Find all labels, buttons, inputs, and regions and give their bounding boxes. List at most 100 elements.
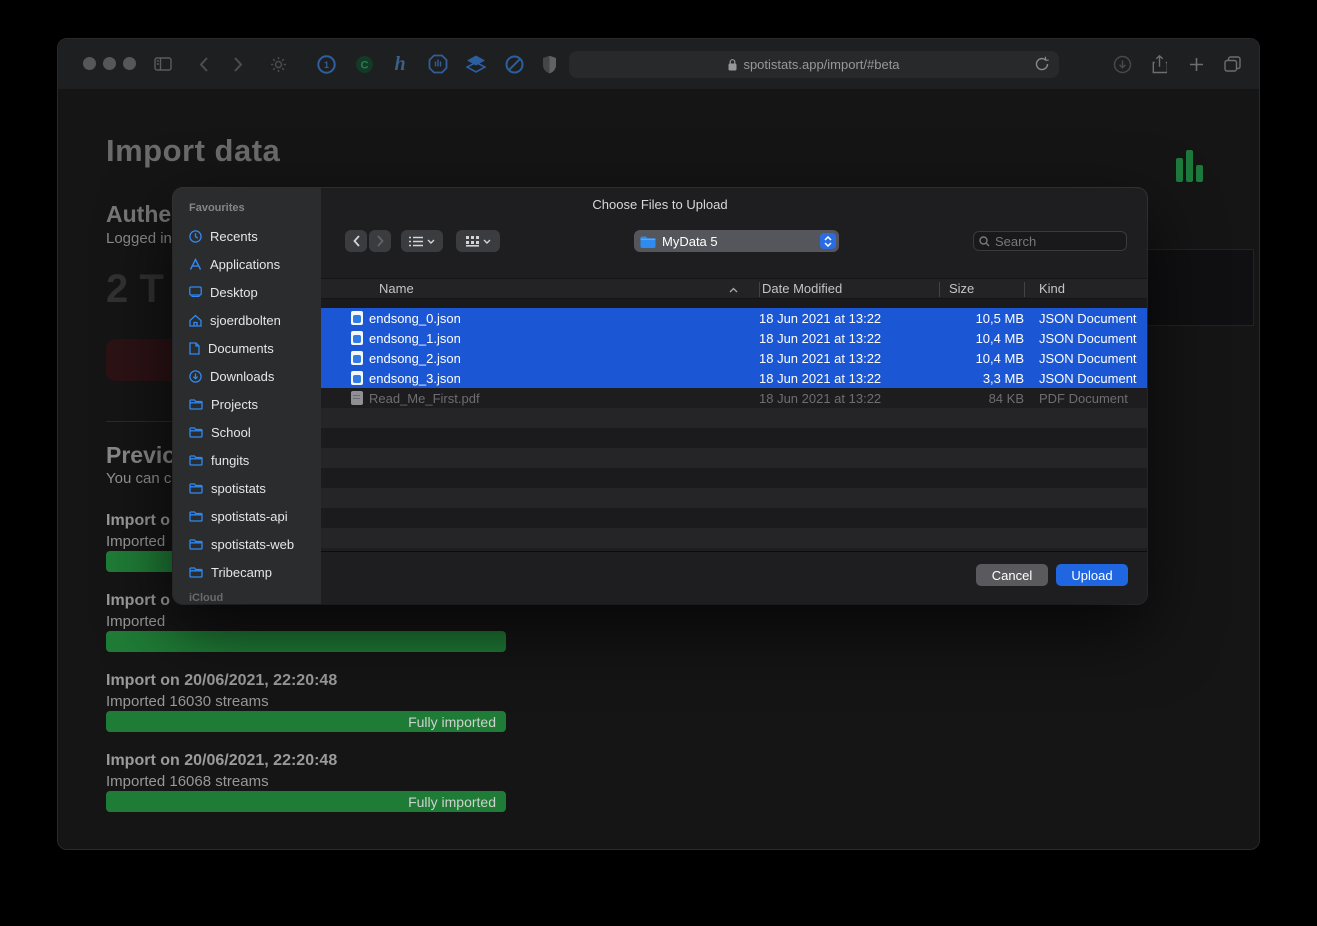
column-header-size[interactable]: Size [949, 281, 974, 296]
doc-icon [189, 342, 200, 355]
sidebar-item-sjoerdbolten[interactable]: sjoerdbolten [189, 310, 281, 330]
sidebar-item-spotistats-api[interactable]: spotistats-api [189, 506, 288, 526]
close-window-button[interactable] [83, 57, 96, 70]
pdf-file-icon [351, 391, 369, 405]
dialog-sidebar: Favourites RecentsApplicationsDesktopsjo… [173, 188, 321, 604]
json-file-icon [351, 371, 369, 385]
sidebar-item-spotistats[interactable]: spotistats [189, 478, 266, 498]
search-field[interactable]: Search [973, 231, 1127, 251]
lock-icon [728, 59, 737, 71]
onepassword-glyph: 1 [323, 60, 328, 70]
table-row[interactable]: endsong_3.json18 Jun 2021 at 13:223,3 MB… [321, 368, 1147, 388]
folder-icon [189, 455, 203, 466]
extension-honey-icon[interactable]: h [392, 52, 408, 76]
sidebar-item-tribecamp[interactable]: Tribecamp [189, 562, 272, 582]
settings-gear-icon[interactable] [270, 52, 287, 76]
file-date: 18 Jun 2021 at 13:22 [759, 351, 939, 366]
minimize-window-button[interactable] [103, 57, 116, 70]
file-name: endsong_1.json [369, 331, 759, 346]
file-size: 10,5 MB [939, 311, 1024, 326]
sidebar-item-label: Documents [208, 341, 274, 356]
group-view-button[interactable] [456, 230, 500, 252]
file-kind: PDF Document [1024, 391, 1147, 406]
import-subtitle: Imported [106, 533, 165, 550]
file-date: 18 Jun 2021 at 13:22 [759, 371, 939, 386]
empty-row-stripe [321, 508, 1147, 528]
sidebar-item-recents[interactable]: Recents [189, 226, 258, 246]
page-title: Import data [106, 133, 280, 169]
downloads-icon[interactable] [1113, 52, 1132, 76]
extension-layers-icon[interactable] [465, 52, 487, 76]
folder-icon [640, 235, 656, 248]
file-kind: JSON Document [1024, 351, 1147, 366]
sidebar-item-label: Desktop [210, 285, 258, 300]
sidebar-item-school[interactable]: School [189, 422, 251, 442]
new-tab-icon[interactable] [1189, 52, 1204, 76]
location-label: MyData 5 [662, 234, 718, 249]
folder-icon [189, 511, 203, 522]
extension-grammarly-icon[interactable]: C [354, 52, 374, 76]
url-text: spotistats.app/import/#beta [743, 57, 899, 72]
dialog-back-button[interactable] [345, 230, 367, 252]
sidebar-item-label: Projects [211, 397, 258, 412]
location-dropdown[interactable]: MyData 5 [634, 230, 839, 252]
column-header-name[interactable]: Name [379, 281, 414, 296]
import-subtitle: Imported 16030 streams [106, 693, 269, 710]
previous-imports-subtext: You can c [106, 470, 171, 487]
extension-shield-icon[interactable] [540, 52, 558, 76]
icloud-section-label: iCloud [189, 592, 223, 604]
desktop-icon [189, 286, 202, 298]
extension-block-icon[interactable] [503, 52, 525, 76]
file-size: 10,4 MB [939, 331, 1024, 346]
empty-row-stripe [321, 488, 1147, 508]
extension-onepassword-icon[interactable]: 1 [316, 52, 336, 76]
table-row[interactable]: endsong_0.json18 Jun 2021 at 13:2210,5 M… [321, 308, 1147, 328]
import-entry: Import on 20/06/2021, 22:20:48Imported 1… [106, 752, 506, 812]
share-icon[interactable] [1152, 52, 1167, 76]
reload-icon[interactable] [1035, 56, 1049, 72]
table-row[interactable]: endsong_1.json18 Jun 2021 at 13:2210,4 M… [321, 328, 1147, 348]
sidebar-item-projects[interactable]: Projects [189, 394, 258, 414]
cancel-button[interactable]: Cancel [976, 564, 1048, 586]
sidebar-item-label: Downloads [210, 369, 274, 384]
forward-button[interactable] [234, 52, 243, 76]
import-status-badge: Fully imported [408, 714, 496, 730]
sort-ascending-icon [729, 287, 738, 293]
file-size: 10,4 MB [939, 351, 1024, 366]
import-title: Import on 20/06/2021, 22:20:48 [106, 672, 337, 690]
list-view-button[interactable] [401, 230, 443, 252]
import-progress-bar: Fully imported [106, 791, 506, 812]
json-file-icon [351, 331, 369, 345]
zoom-window-button[interactable] [123, 57, 136, 70]
sidebar-toggle-icon[interactable] [154, 52, 172, 76]
sidebar-item-spotistats-web[interactable]: spotistats-web [189, 534, 294, 554]
browser-toolbar: 1 C h spotistats.app/import/#beta [58, 39, 1259, 89]
sidebar-item-documents[interactable]: Documents [189, 338, 274, 358]
tab-overview-icon[interactable] [1224, 52, 1241, 76]
import-title: Import on 20/06/2021, 22:20:48 [106, 752, 337, 770]
back-button[interactable] [199, 52, 208, 76]
table-row[interactable]: Read_Me_First.pdf18 Jun 2021 at 13:2284 … [321, 388, 1147, 408]
sidebar-item-label: spotistats [211, 481, 266, 496]
sidebar-item-fungits[interactable]: fungits [189, 450, 249, 470]
table-row[interactable]: endsong_2.json18 Jun 2021 at 13:2210,4 M… [321, 348, 1147, 368]
sidebar-item-desktop[interactable]: Desktop [189, 282, 258, 302]
column-header-date[interactable]: Date Modified [762, 281, 842, 296]
extension-blocker-hand-icon[interactable] [427, 52, 449, 76]
sidebar-item-label: sjoerdbolten [210, 313, 281, 328]
sidebar-item-applications[interactable]: Applications [189, 254, 280, 274]
grammarly-glyph: C [360, 59, 368, 71]
folder-icon [189, 539, 203, 550]
sidebar-item-label: spotistats-web [211, 537, 294, 552]
import-title: Import o [106, 592, 170, 610]
upload-button[interactable]: Upload [1056, 564, 1128, 586]
column-header-kind[interactable]: Kind [1039, 281, 1065, 296]
address-bar[interactable]: spotistats.app/import/#beta [569, 51, 1059, 78]
browser-window: 1 C h spotistats.app/import/#beta [57, 38, 1260, 850]
file-kind: JSON Document [1024, 371, 1147, 386]
file-name: endsong_0.json [369, 311, 759, 326]
list-header: Name Date Modified Size Kind [321, 278, 1147, 299]
file-name: Read_Me_First.pdf [369, 391, 759, 406]
sidebar-item-downloads[interactable]: Downloads [189, 366, 274, 386]
dialog-forward-button[interactable] [369, 230, 391, 252]
